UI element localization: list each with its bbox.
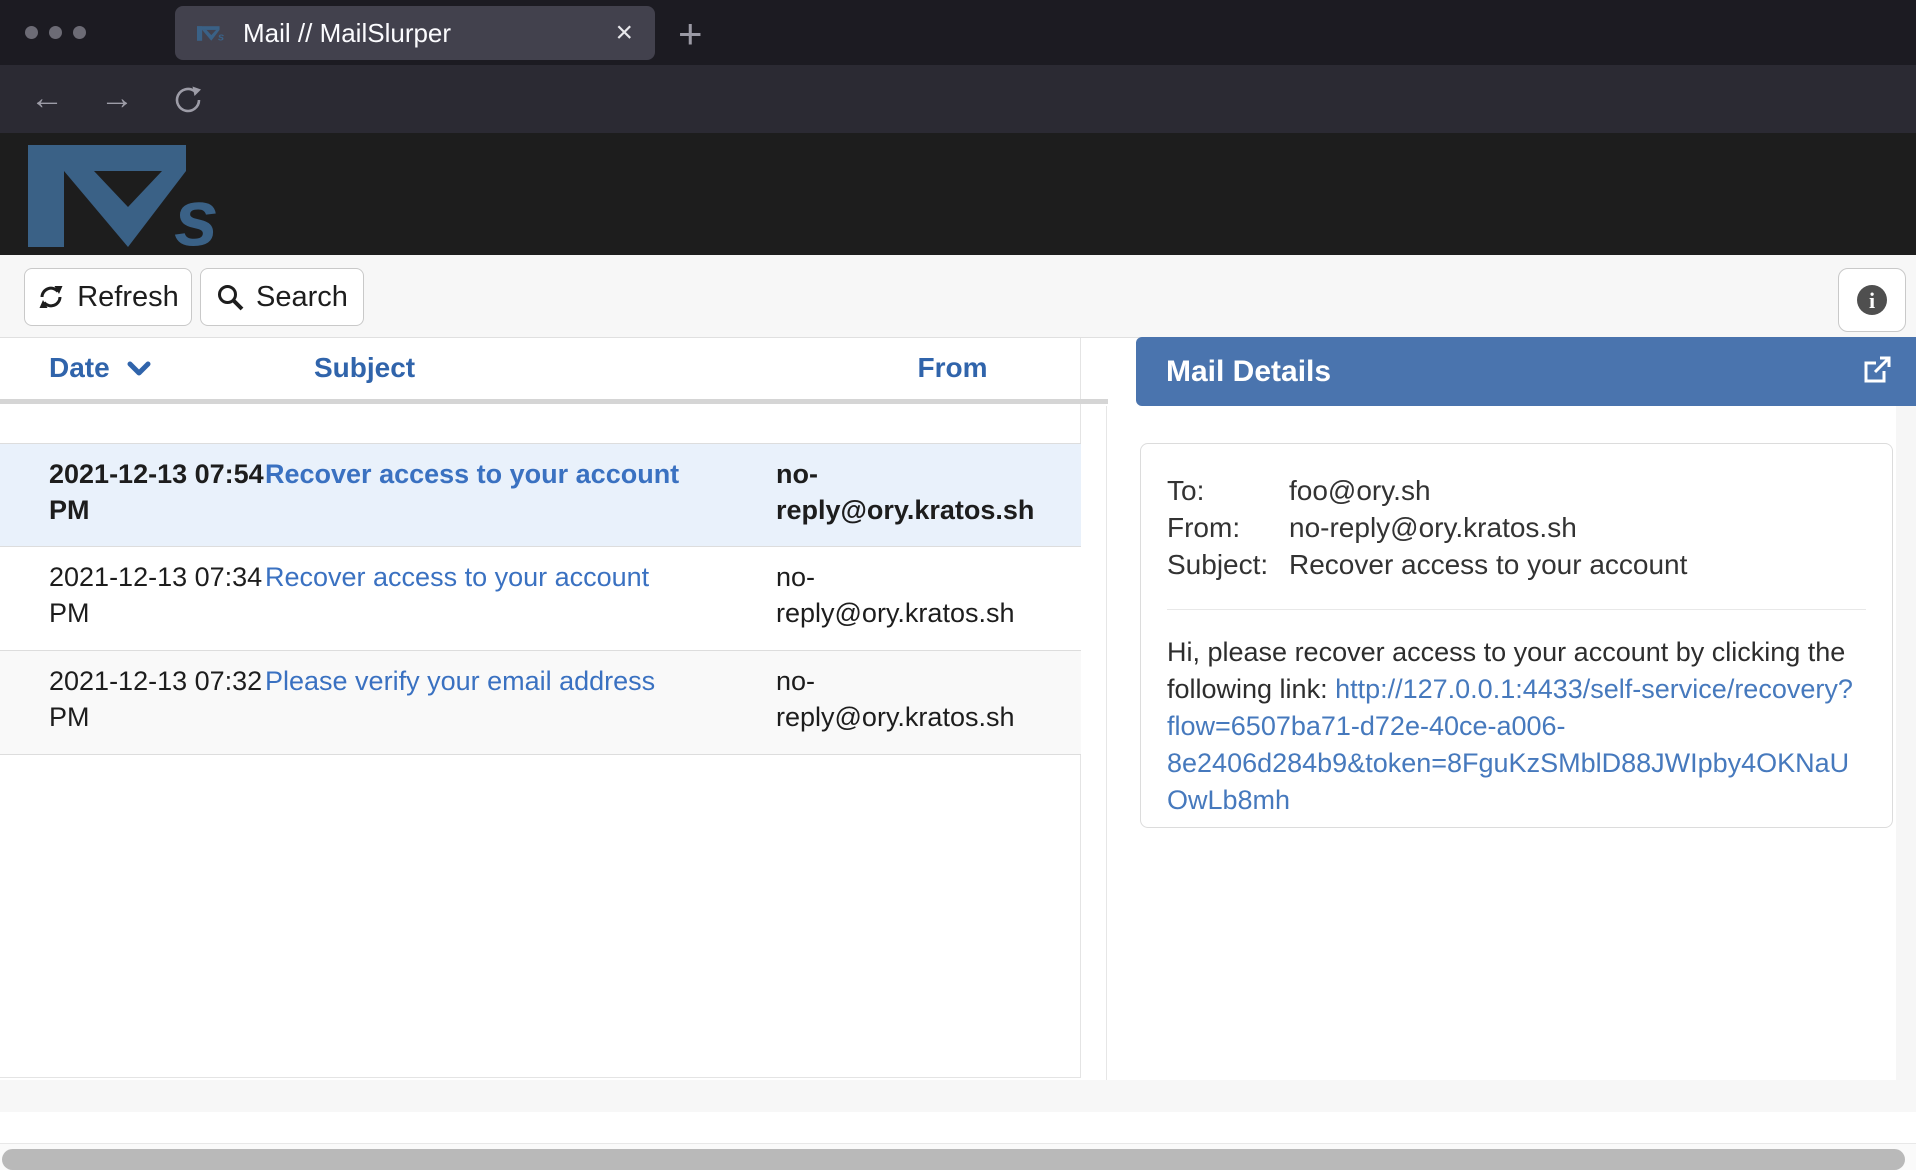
external-link-icon[interactable]	[1862, 355, 1892, 385]
reload-icon[interactable]	[172, 84, 204, 116]
window-minimize-dot[interactable]	[49, 26, 62, 39]
mail-list-panel: Date Subject From 2021-12-13 07:54 PM Re…	[0, 338, 1081, 1078]
search-button[interactable]: Search	[200, 268, 364, 326]
info-button[interactable]: i	[1838, 268, 1906, 332]
horizontal-scrollbar[interactable]	[0, 1144, 1916, 1170]
forward-icon[interactable]: →	[100, 79, 134, 118]
svg-text:i: i	[1869, 288, 1875, 313]
browser-window: s Mail // MailSlurper × + ← →	[0, 0, 1916, 1170]
tab-favicon-mailslurper-icon: s	[197, 25, 227, 42]
mail-from: no-reply@ory.kratos.sh	[776, 663, 1031, 754]
window-close-dot[interactable]	[25, 26, 38, 39]
browser-navbar: ← → 127.0.0.1 :4436/# 90% ☆	[0, 65, 1916, 133]
mail-date: 2021-12-13 07:32 PM	[0, 663, 265, 754]
new-tab-button[interactable]: +	[678, 10, 703, 58]
mail-row[interactable]: 2021-12-13 07:54 PM Recover access to yo…	[0, 443, 1081, 547]
column-header-from[interactable]: From	[825, 352, 1080, 384]
column-header-date-label: Date	[49, 352, 110, 383]
from-value: no-reply@ory.kratos.sh	[1289, 509, 1577, 546]
refresh-button[interactable]: Refresh	[24, 268, 192, 326]
mail-details-header: Mail Details	[1136, 337, 1916, 406]
mail-row[interactable]: 2021-12-13 07:34 PM Recover access to yo…	[0, 547, 1081, 651]
mail-date: 2021-12-13 07:34 PM	[0, 559, 265, 650]
sort-chevron-down-icon	[127, 361, 151, 377]
horizontal-scrollbar-thumb[interactable]	[2, 1149, 1905, 1170]
search-button-label: Search	[256, 281, 348, 314]
mail-subject-link[interactable]: Please verify your email address	[265, 666, 655, 696]
svg-text:s: s	[218, 31, 224, 42]
refresh-button-label: Refresh	[77, 281, 179, 314]
mail-from: no-reply@ory.kratos.sh	[776, 456, 1034, 546]
tab-close-icon[interactable]: ×	[615, 18, 633, 48]
header-divider	[0, 399, 1108, 404]
svg-text:s: s	[174, 173, 219, 251]
mail-rows: 2021-12-13 07:54 PM Recover access to yo…	[0, 443, 1081, 755]
subject-value: Recover access to your account	[1289, 546, 1687, 583]
column-header-subject[interactable]: Subject	[314, 352, 415, 384]
mail-date: 2021-12-13 07:54 PM	[0, 456, 265, 546]
mailslurper-header: s ⚙	[0, 133, 1916, 255]
window-zoom-dot[interactable]	[73, 26, 86, 39]
mail-subject-link[interactable]: Recover access to your account	[265, 562, 649, 592]
refresh-icon	[37, 283, 65, 311]
mail-details-card: To: foo@ory.sh From: no-reply@ory.kratos…	[1140, 443, 1893, 828]
back-icon[interactable]: ←	[30, 79, 64, 118]
column-header-date[interactable]: Date	[49, 352, 151, 384]
right-gutter	[1896, 406, 1916, 1112]
mail-from: no-reply@ory.kratos.sh	[776, 559, 1031, 650]
to-label: To:	[1167, 472, 1289, 509]
mail-body: Hi, please recover access to your accoun…	[1167, 634, 1866, 819]
panel-divider	[1106, 406, 1107, 1112]
from-label: From:	[1167, 509, 1289, 546]
search-icon	[216, 283, 244, 311]
mail-subject-link[interactable]: Recover access to your account	[265, 459, 679, 489]
tab-title: Mail // MailSlurper	[243, 18, 451, 49]
mail-details-title: Mail Details	[1166, 355, 1331, 389]
browser-titlebar: s Mail // MailSlurper × +	[0, 0, 1916, 65]
bottom-band	[0, 1080, 1916, 1112]
card-divider	[1167, 609, 1866, 610]
mail-row[interactable]: 2021-12-13 07:32 PM Please verify your e…	[0, 651, 1081, 755]
to-value: foo@ory.sh	[1289, 472, 1431, 509]
info-icon: i	[1855, 283, 1889, 317]
mailslurper-logo: s	[28, 141, 238, 251]
subject-label: Subject:	[1167, 546, 1289, 583]
browser-tab[interactable]: s Mail // MailSlurper ×	[175, 6, 655, 60]
